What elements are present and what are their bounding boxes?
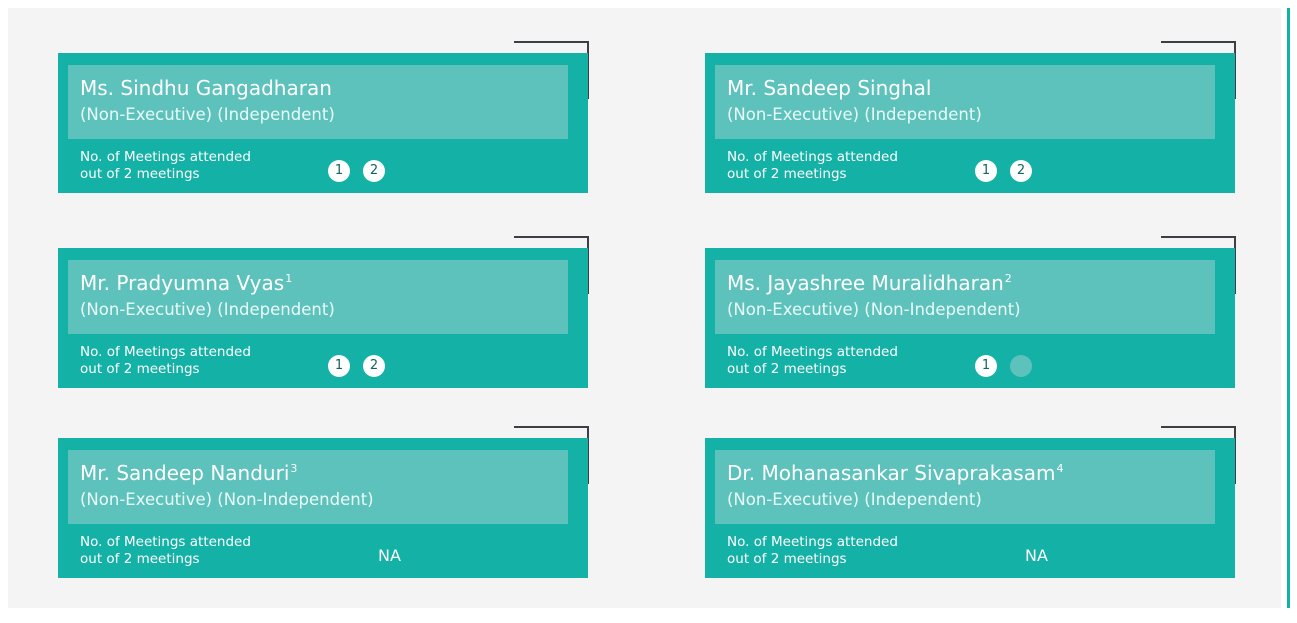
meeting-dots: 1 2	[328, 355, 385, 377]
meetings-label: No. of Meetings attended out of 2 meetin…	[727, 534, 898, 567]
not-applicable-value: NA	[378, 546, 401, 565]
card-header: Mr. Sandeep Nanduri3 (Non-Executive) (No…	[68, 450, 568, 524]
meeting-dot: 2	[1010, 160, 1032, 182]
meeting-dot: 2	[363, 355, 385, 377]
meeting-dot: 2	[363, 160, 385, 182]
corner-bracket-top	[1161, 426, 1236, 428]
corner-bracket-top	[1161, 41, 1236, 43]
footnote-marker: 3	[290, 462, 298, 475]
card-header: Mr. Sandeep Singhal (Non-Executive) (Ind…	[715, 65, 1215, 139]
card-header: Mr. Pradyumna Vyas1 (Non-Executive) (Ind…	[68, 260, 568, 334]
right-accent-rule	[1287, 8, 1290, 608]
footnote-marker: 2	[1004, 272, 1012, 285]
meeting-dots: 1 2	[975, 160, 1032, 182]
meetings-label: No. of Meetings attended out of 2 meetin…	[80, 149, 251, 182]
meeting-dot: 1	[328, 160, 350, 182]
card-header: Ms. Sindhu Gangadharan (Non-Executive) (…	[68, 65, 568, 139]
meeting-dot: 1	[975, 355, 997, 377]
meeting-dots: 1	[975, 355, 1032, 377]
director-role: (Non-Executive) (Non-Independent)	[727, 300, 1021, 319]
director-name: Dr. Mohanasankar Sivaprakasam4	[727, 461, 1064, 485]
director-card: Dr. Mohanasankar Sivaprakasam4 (Non-Exec…	[705, 426, 1236, 578]
director-name: Mr. Pradyumna Vyas1	[80, 271, 293, 295]
corner-bracket-top	[1161, 236, 1236, 238]
director-role: (Non-Executive) (Independent)	[727, 490, 982, 509]
director-name: Mr. Sandeep Singhal	[727, 76, 932, 100]
card-header: Dr. Mohanasankar Sivaprakasam4 (Non-Exec…	[715, 450, 1215, 524]
director-role: (Non-Executive) (Independent)	[80, 300, 335, 319]
footnote-marker: 1	[285, 272, 293, 285]
director-name: Ms. Sindhu Gangadharan	[80, 76, 332, 100]
director-role: (Non-Executive) (Non-Independent)	[80, 490, 374, 509]
meeting-dots: 1 2	[328, 160, 385, 182]
not-applicable-value: NA	[1025, 546, 1048, 565]
meeting-dot: 1	[975, 160, 997, 182]
meeting-dot: 1	[328, 355, 350, 377]
card-header: Ms. Jayashree Muralidharan2 (Non-Executi…	[715, 260, 1215, 334]
director-card: Mr. Sandeep Nanduri3 (Non-Executive) (No…	[58, 426, 589, 578]
meetings-label: No. of Meetings attended out of 2 meetin…	[727, 344, 898, 377]
corner-bracket-top	[514, 236, 589, 238]
director-name: Mr. Sandeep Nanduri3	[80, 461, 298, 485]
director-card: Mr. Pradyumna Vyas1 (Non-Executive) (Ind…	[58, 236, 589, 388]
director-card: Ms. Jayashree Muralidharan2 (Non-Executi…	[705, 236, 1236, 388]
director-role: (Non-Executive) (Independent)	[80, 105, 335, 124]
meetings-label: No. of Meetings attended out of 2 meetin…	[80, 534, 251, 567]
director-role: (Non-Executive) (Independent)	[727, 105, 982, 124]
meeting-dot	[1010, 355, 1032, 377]
corner-bracket-top	[514, 41, 589, 43]
director-card: Ms. Sindhu Gangadharan (Non-Executive) (…	[58, 41, 589, 193]
meetings-label: No. of Meetings attended out of 2 meetin…	[80, 344, 251, 377]
meetings-label: No. of Meetings attended out of 2 meetin…	[727, 149, 898, 182]
footnote-marker: 4	[1056, 462, 1064, 475]
director-name: Ms. Jayashree Muralidharan2	[727, 271, 1012, 295]
director-card: Mr. Sandeep Singhal (Non-Executive) (Ind…	[705, 41, 1236, 193]
corner-bracket-top	[514, 426, 589, 428]
